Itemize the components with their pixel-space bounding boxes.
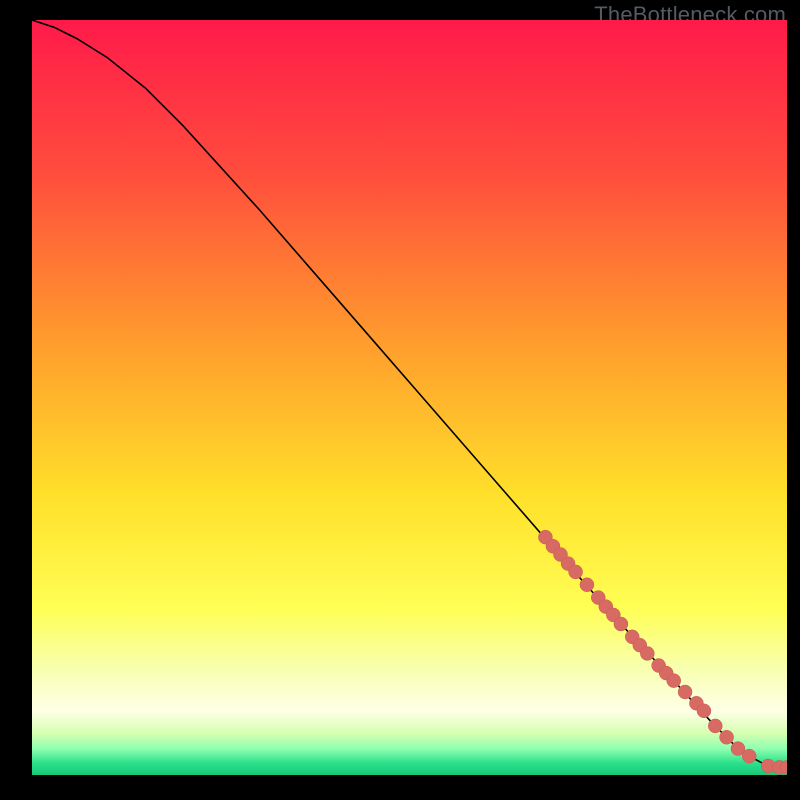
- marker-point: [678, 685, 692, 699]
- marker-point: [720, 730, 734, 744]
- plot-svg: [32, 20, 787, 775]
- marker-point: [708, 719, 722, 733]
- gradient-background: [32, 20, 787, 775]
- plot-area: [32, 20, 787, 775]
- marker-point: [614, 617, 628, 631]
- chart-stage: TheBottleneck.com: [0, 0, 800, 800]
- marker-point: [697, 704, 711, 718]
- marker-point: [580, 578, 594, 592]
- marker-point: [569, 565, 583, 579]
- marker-point: [640, 646, 654, 660]
- marker-point: [667, 674, 681, 688]
- marker-point: [742, 749, 756, 763]
